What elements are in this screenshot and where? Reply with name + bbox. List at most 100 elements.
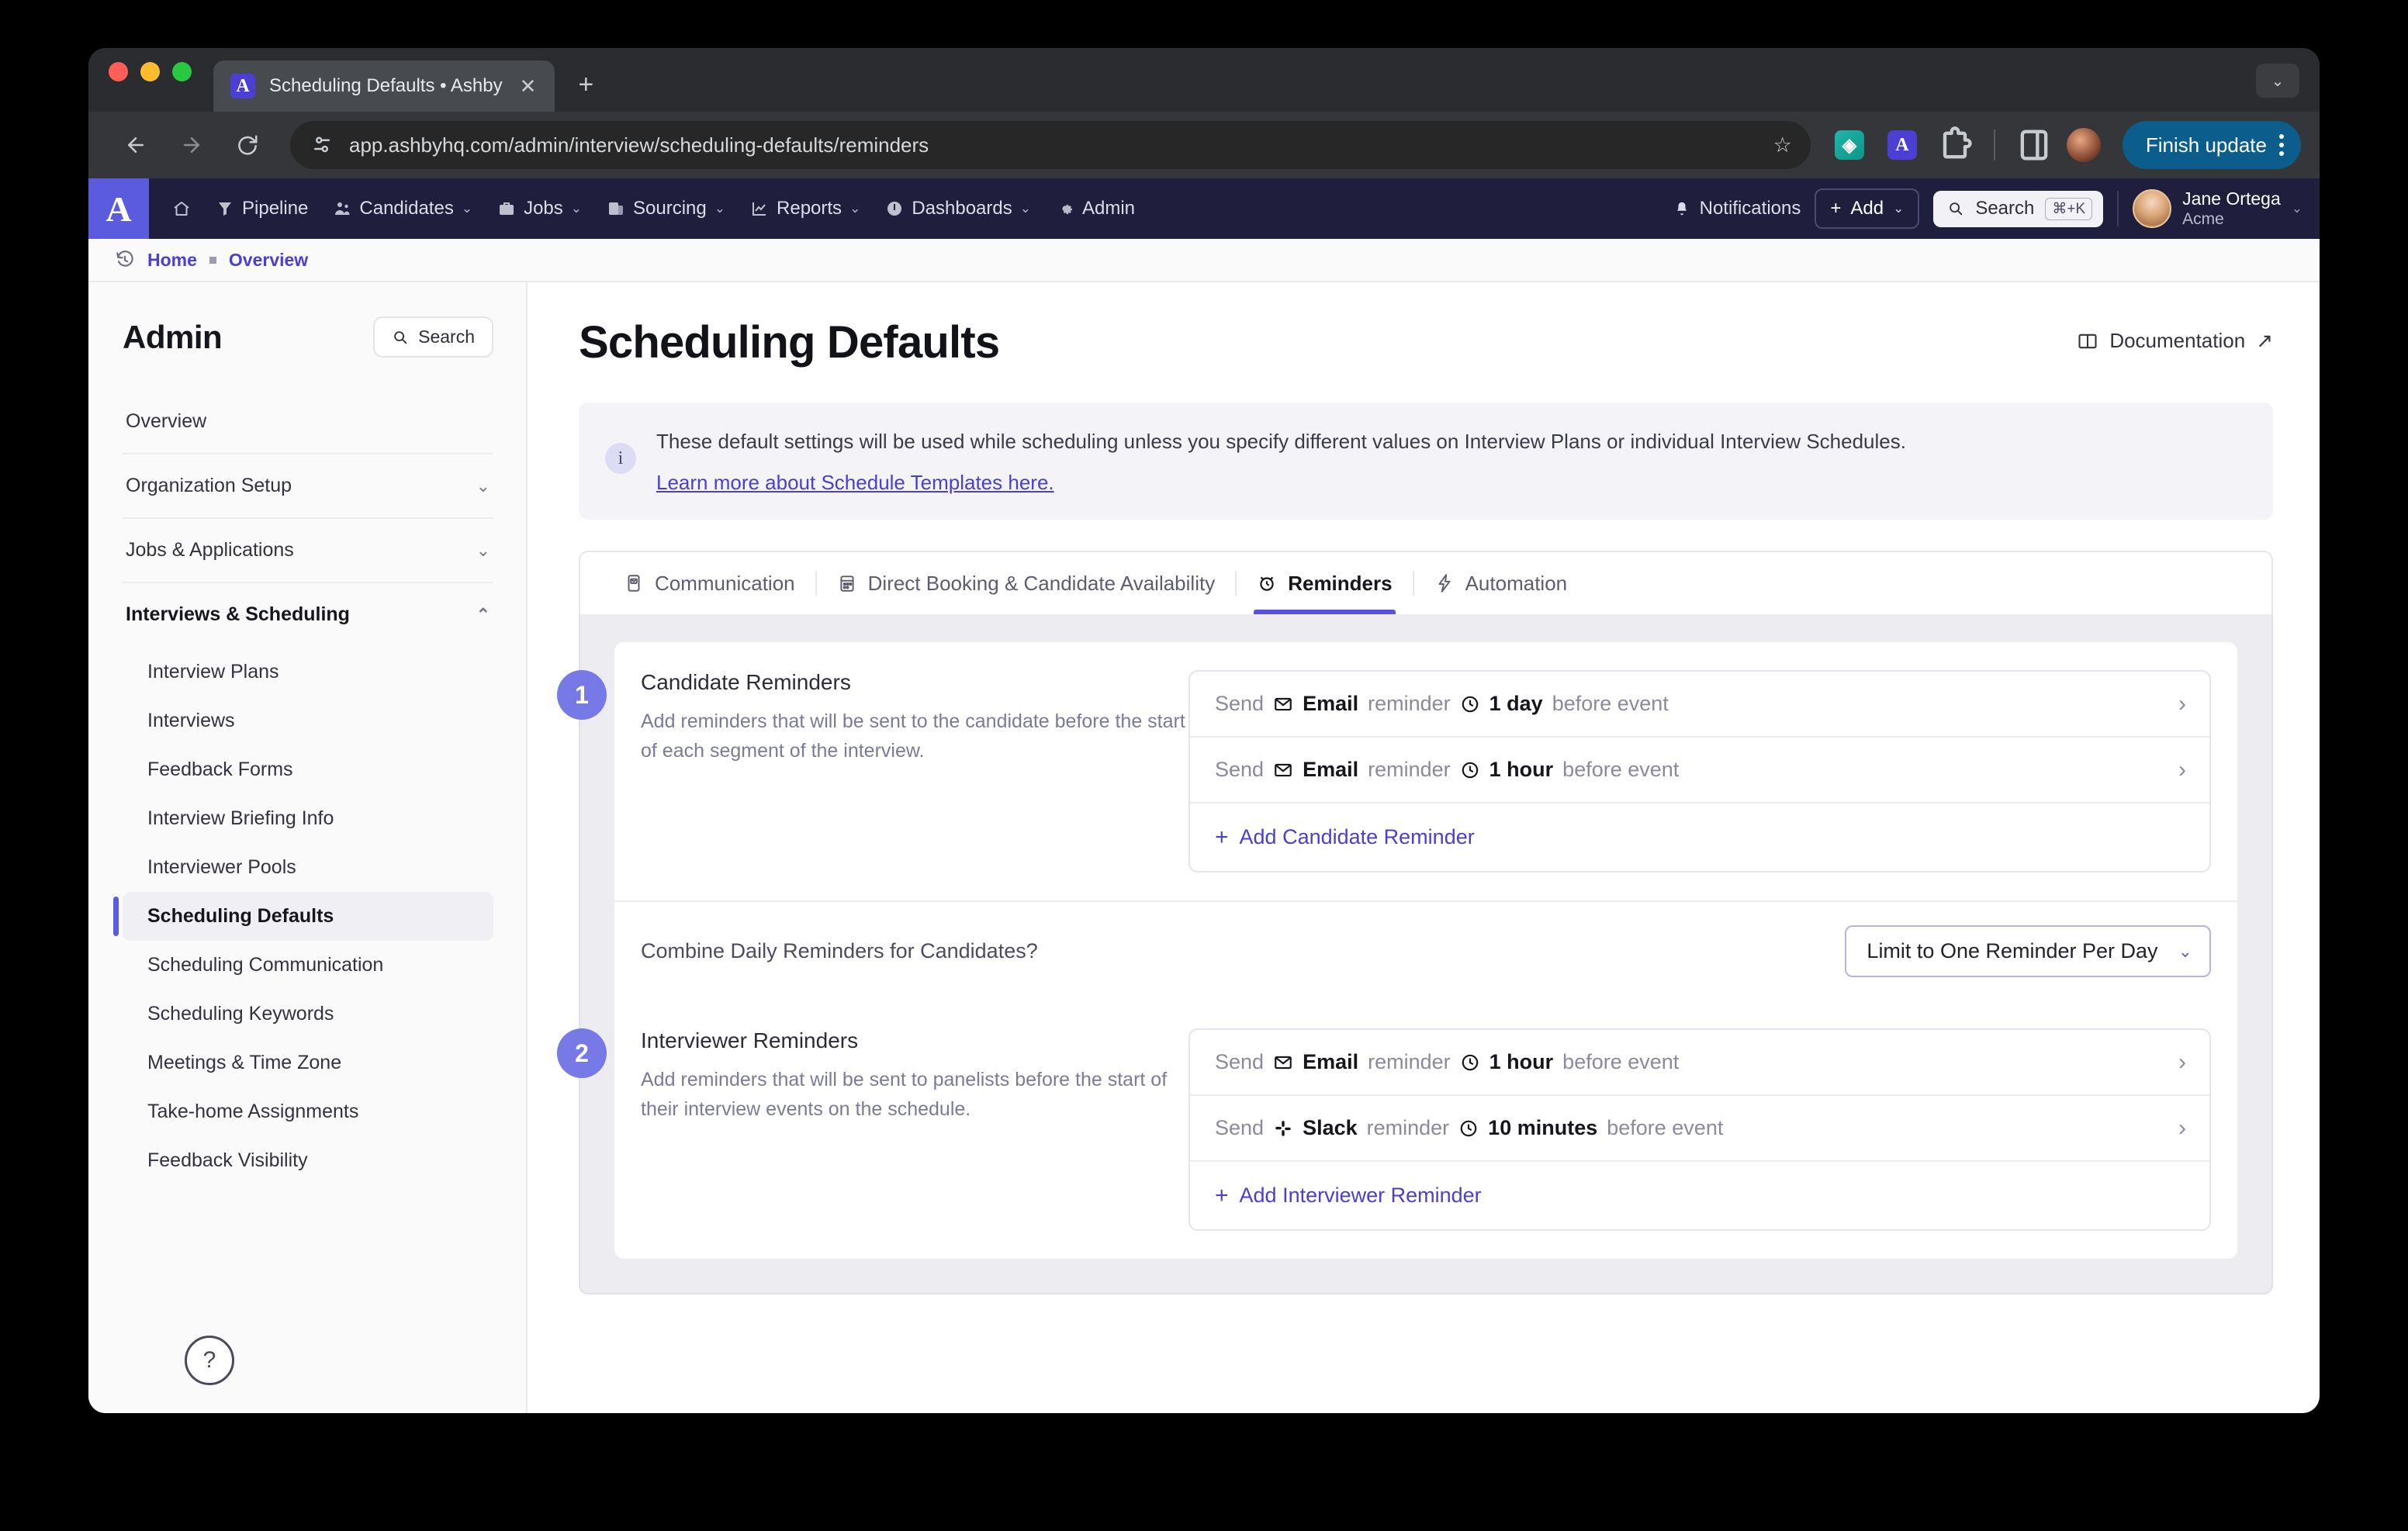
reminder-send-label: Send [1215,1050,1265,1074]
sidebar-group-label: Jobs & Applications [126,539,294,561]
chevron-right-icon[interactable]: › [2178,758,2186,782]
add-candidate-reminder-button[interactable]: + Add Candidate Reminder [1190,802,2209,871]
side-panel-icon[interactable] [2014,125,2054,165]
reminder-tail-label: before event [1562,1050,1680,1074]
sidebar-search-label: Search [418,327,475,347]
reminder-time: 1 hour [1489,1050,1554,1074]
nav-item-pipeline[interactable]: Pipeline [205,190,319,227]
avatar [2133,189,2172,228]
add-interviewer-reminder-button[interactable]: + Add Interviewer Reminder [1190,1160,2209,1229]
app-nav-items: Pipeline Candidates ⌄ Jobs ⌄ Sourcing ⌄ [149,190,1146,227]
combine-daily-reminders-row: Combine Daily Reminders for Candidates? … [614,900,2237,1001]
user-menu[interactable]: Jane Ortega Acme ⌄ [2133,188,2302,230]
add-candidate-reminder-label: Add Candidate Reminder [1239,825,1475,849]
tab-reminders[interactable]: Reminders [1237,552,1412,615]
browser-tab[interactable]: A Scheduling Defaults • Ashby ✕ [213,60,555,112]
gauge-icon [887,202,902,216]
site-settings-icon[interactable] [310,133,334,157]
search-icon [394,330,407,344]
sourcing-icon [609,202,624,215]
sidebar-item-feedback-visibility[interactable]: Feedback Visibility [123,1136,493,1185]
funnel-icon [219,202,231,216]
schedule-templates-link[interactable]: Learn more about Schedule Templates here… [656,471,1054,495]
extension-teal-icon[interactable]: ◈ [1829,125,1870,165]
sidebar-item-take-home-assignments[interactable]: Take-home Assignments [123,1087,493,1136]
breadcrumb-home[interactable]: Home [147,250,197,271]
nav-item-home[interactable] [161,192,202,226]
bookmark-star-icon[interactable]: ☆ [1773,133,1797,157]
extensions-puzzle-icon[interactable] [1935,125,1975,165]
sidebar-group-organization-setup[interactable]: Organization Setup ⌄ [123,454,493,519]
combine-daily-reminders-label: Combine Daily Reminders for Candidates? [641,939,1038,963]
search-shortcut-badge: ⌘+K [2045,197,2093,220]
plus-icon: + [1215,824,1229,850]
sidebar-item-interview-briefing-info[interactable]: Interview Briefing Info [123,794,493,843]
section-description: Add reminders that will be sent to panel… [641,1069,1168,1120]
tab-list-chevron-icon[interactable]: ⌄ [2256,64,2299,98]
reminder-row[interactable]: Send Email reminder 1 hour before event [1190,736,2209,802]
notifications-button[interactable]: Notifications [1673,198,1801,219]
combine-daily-reminders-select[interactable]: Limit to One Reminder Per Day ⌄ [1845,925,2211,978]
sidebar-item-scheduling-defaults[interactable]: Scheduling Defaults [113,892,493,941]
sidebar-item-interviews[interactable]: Interviews [123,696,493,745]
add-label: Add [1850,198,1884,219]
reminder-time: 1 day [1489,692,1543,716]
info-icon: i [605,443,636,474]
sidebar-group-interviews-scheduling[interactable]: Interviews & Scheduling ⌃ [123,583,493,646]
breadcrumb-current[interactable]: Overview [229,250,308,271]
nav-item-dashboards[interactable]: Dashboards ⌄ [874,190,1042,227]
reload-icon[interactable] [223,121,272,169]
reminder-row[interactable]: Send Email reminder 1 hour before event [1190,1030,2209,1094]
book-icon [2078,334,2097,348]
new-tab-icon[interactable]: + [578,71,593,98]
nav-item-admin[interactable]: Admin [1045,190,1146,227]
sidebar-group-overview[interactable]: Overview [123,390,493,454]
extension-ashby-icon[interactable]: A [1882,125,1922,165]
documentation-link[interactable]: Documentation ↗ [2077,316,2273,353]
nav-item-sourcing[interactable]: Sourcing ⌄ [596,190,736,227]
address-bar[interactable]: app.ashbyhq.com/admin/interview/scheduli… [290,121,1811,169]
nav-item-reports[interactable]: Reports ⌄ [739,190,871,227]
close-window-button[interactable] [109,61,128,81]
nav-item-jobs[interactable]: Jobs ⌄ [486,190,593,227]
help-button[interactable]: ? [185,1336,234,1385]
tab-label: Direct Booking & Candidate Availability [867,571,1216,595]
sidebar-group-label: Interviews & Scheduling [126,603,350,625]
sidebar-search-button[interactable]: Search [373,316,493,358]
sidebar-group-jobs-applications[interactable]: Jobs & Applications ⌄ [123,519,493,583]
reminder-send-label: Send [1215,692,1265,716]
sidebar-item-scheduling-communication[interactable]: Scheduling Communication [123,941,493,990]
settings-tabs: Communication Direct Booking & Candidate… [579,551,2273,615]
reminder-row[interactable]: Send Slack reminder 10 minutes before ev… [1190,1094,2209,1160]
home-icon [174,202,189,216]
chevron-right-icon[interactable]: › [2178,1050,2186,1074]
browser-menu-icon[interactable] [2279,134,2284,156]
sidebar-item-meetings-time-zone[interactable]: Meetings & Time Zone [123,1039,493,1087]
sidebar-header: Admin Search [123,316,493,358]
global-search-button[interactable]: Search ⌘+K [1933,190,2104,227]
ashby-logo-icon[interactable]: A [88,178,149,239]
app-nav-right: Notifications + Add ⌄ Search ⌘+K Jane Or… [1673,188,2302,230]
maximize-window-button[interactable] [172,61,192,81]
browser-profile-avatar[interactable] [2066,128,2101,162]
forward-icon[interactable] [168,121,216,169]
sidebar-item-feedback-forms[interactable]: Feedback Forms [123,745,493,794]
close-tab-icon[interactable]: ✕ [517,73,540,99]
sidebar-group-label: Organization Setup [126,475,292,496]
reminder-row[interactable]: Send Email reminder 1 day before event › [1190,672,2209,736]
nav-item-candidates[interactable]: Candidates ⌄ [322,190,483,227]
sidebar-item-interview-plans[interactable]: Interview Plans [123,648,493,696]
back-icon[interactable] [112,121,160,169]
chevron-down-icon: ⌄ [461,201,473,216]
sidebar-item-interviewer-pools[interactable]: Interviewer Pools [123,843,493,892]
tab-automation[interactable]: Automation [1414,552,1588,614]
chevron-right-icon[interactable]: › [2178,692,2186,716]
main-header: Scheduling Defaults Documentation ↗ [579,316,2273,368]
minimize-window-button[interactable] [140,61,160,81]
sidebar-item-scheduling-keywords[interactable]: Scheduling Keywords [123,990,493,1039]
finish-update-button[interactable]: Finish update [2122,121,2301,169]
tab-communication[interactable]: Communication [604,552,815,614]
chevron-right-icon[interactable]: › [2178,1116,2186,1140]
tab-direct-booking[interactable]: Direct Booking & Candidate Availability [817,552,1236,614]
add-button[interactable]: + Add ⌄ [1815,188,1920,229]
